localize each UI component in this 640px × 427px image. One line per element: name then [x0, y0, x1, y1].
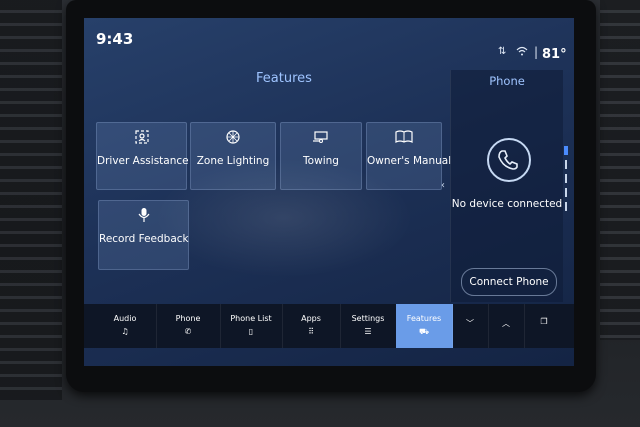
nav-chevron-down[interactable]: ﹀	[452, 304, 489, 348]
tile-label: Owner's Manual	[367, 155, 452, 167]
tile-zone-lighting[interactable]: Zone Lighting	[190, 122, 276, 190]
wifi-icon	[516, 46, 528, 59]
apps-grid-icon: ⠿	[308, 327, 314, 336]
nav-label: Apps	[301, 314, 321, 323]
nav-features[interactable]: Features ⛟	[396, 304, 453, 348]
vehicle-icon: ⛟	[418, 327, 430, 336]
nav-label: Audio	[113, 314, 137, 323]
tile-record-feedback[interactable]: Record Feedback	[98, 200, 189, 270]
divider-icon: |	[534, 45, 539, 59]
phone-panel: Phone No device connected Connect Phone	[450, 70, 563, 302]
outside-temperature: 81°	[542, 47, 567, 62]
nav-label: Phone	[175, 314, 201, 323]
tile-label: Driver Assistance	[97, 155, 189, 167]
nav-apps[interactable]: Apps ⠿	[282, 304, 341, 348]
manual-icon	[367, 129, 441, 147]
connect-phone-button[interactable]: Connect Phone	[461, 268, 557, 296]
towing-icon	[281, 129, 361, 147]
scroll-indicator	[564, 146, 568, 226]
microphone-icon	[99, 207, 188, 225]
driver-assist-icon	[97, 129, 186, 147]
sliders-icon: ☰	[364, 327, 372, 336]
nav-label: Phone List	[230, 314, 272, 323]
nav-phone[interactable]: Phone ✆	[156, 304, 221, 348]
infotainment-screen: 9:43 ⇅ | 81° Features Driver Assistance …	[84, 18, 574, 366]
nav-label: Features	[406, 314, 442, 323]
phone-list-icon: ▯	[248, 327, 254, 336]
chevron-up-icon: ︿	[502, 319, 510, 328]
nav-label: Settings	[351, 314, 385, 323]
chevron-down-icon: ﹀	[466, 319, 474, 328]
data-transfer-icon: ⇅	[498, 46, 507, 57]
zone-lighting-icon	[191, 129, 275, 147]
tile-label: Towing	[303, 155, 339, 167]
phone-icon: ✆	[184, 327, 192, 336]
page-title: Features	[256, 71, 312, 86]
panel-title: Phone	[489, 74, 525, 88]
right-air-vent	[600, 0, 640, 340]
left-air-vent	[0, 0, 62, 400]
tile-owners-manual[interactable]: Owner's Manual	[366, 122, 452, 190]
nav-windows[interactable]: ❐	[524, 304, 564, 348]
tile-label: Zone Lighting	[196, 155, 270, 167]
phone-icon[interactable]	[487, 138, 531, 182]
nav-chevron-up[interactable]: ︿	[488, 304, 525, 348]
status-bar: 9:43 ⇅ | 81°	[84, 18, 574, 62]
tile-driver-assistance[interactable]: Driver Assistance	[96, 122, 189, 190]
bottom-nav-bar: Audio ♫ Phone ✆ Phone List ▯ Apps ⠿ Sett…	[84, 304, 574, 348]
music-note-icon: ♫	[121, 327, 129, 336]
windows-icon: ❐	[540, 317, 548, 326]
connection-status: No device connected	[451, 198, 563, 210]
clock: 9:43	[96, 30, 134, 48]
nav-settings[interactable]: Settings ☰	[340, 304, 397, 348]
tile-label: Record Feedback	[99, 233, 189, 245]
tile-towing[interactable]: Towing	[280, 122, 362, 190]
chevron-left-icon[interactable]: ‹	[441, 180, 445, 191]
nav-phone-list[interactable]: Phone List ▯	[220, 304, 283, 348]
nav-audio[interactable]: Audio ♫	[94, 304, 157, 348]
